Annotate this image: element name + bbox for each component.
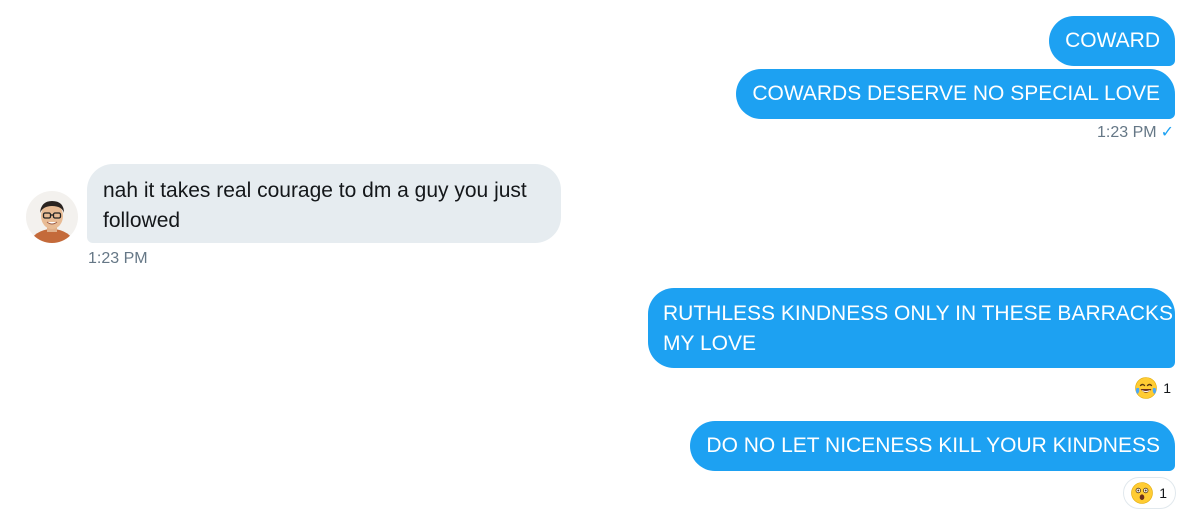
outgoing-message-bubble[interactable]: COWARD [1049,16,1175,66]
message-text: COWARDS DESERVE NO SPECIAL LOVE [752,82,1160,105]
outgoing-message-bubble[interactable]: COWARDS DESERVE NO SPECIAL LOVE [736,69,1175,119]
message-text-line-1: RUTHLESS KINDNESS ONLY IN THESE BARRACKS [663,302,1173,325]
message-text-line-2: followed [103,209,181,232]
reaction-count: 1 [1159,485,1167,501]
outgoing-message-bubble[interactable]: RUTHLESS KINDNESS ONLY IN THESE BARRACKS… [648,288,1175,368]
message-reaction[interactable]: 1 [1128,372,1179,404]
timestamp-text: 1:23 PM [88,250,148,267]
message-text: COWARD [1065,29,1160,52]
message-text: DO NO LET NICENESS KILL YOUR KINDNESS [706,434,1160,457]
message-timestamp: 1:23 PM [88,249,148,269]
avatar-image [26,191,78,243]
checkmark-icon: ✓ [1160,124,1174,141]
face-with-tears-of-joy-icon [1135,377,1158,399]
user-avatar[interactable] [26,191,78,243]
timestamp-text: 1:23 PM [1097,124,1157,141]
message-timestamp: 1:23 PM ✓ [1097,123,1174,143]
message-text-line-1: nah it takes real courage to dm a guy yo… [103,179,527,202]
astonished-face-icon [1131,482,1154,504]
message-reaction[interactable]: 1 [1123,477,1176,509]
incoming-message-bubble[interactable]: nah it takes real courage to dm a guy yo… [87,164,561,243]
reaction-count: 1 [1163,380,1171,396]
outgoing-message-bubble[interactable]: DO NO LET NICENESS KILL YOUR KINDNESS [690,421,1175,471]
message-text-line-2: MY LOVE [663,332,756,355]
